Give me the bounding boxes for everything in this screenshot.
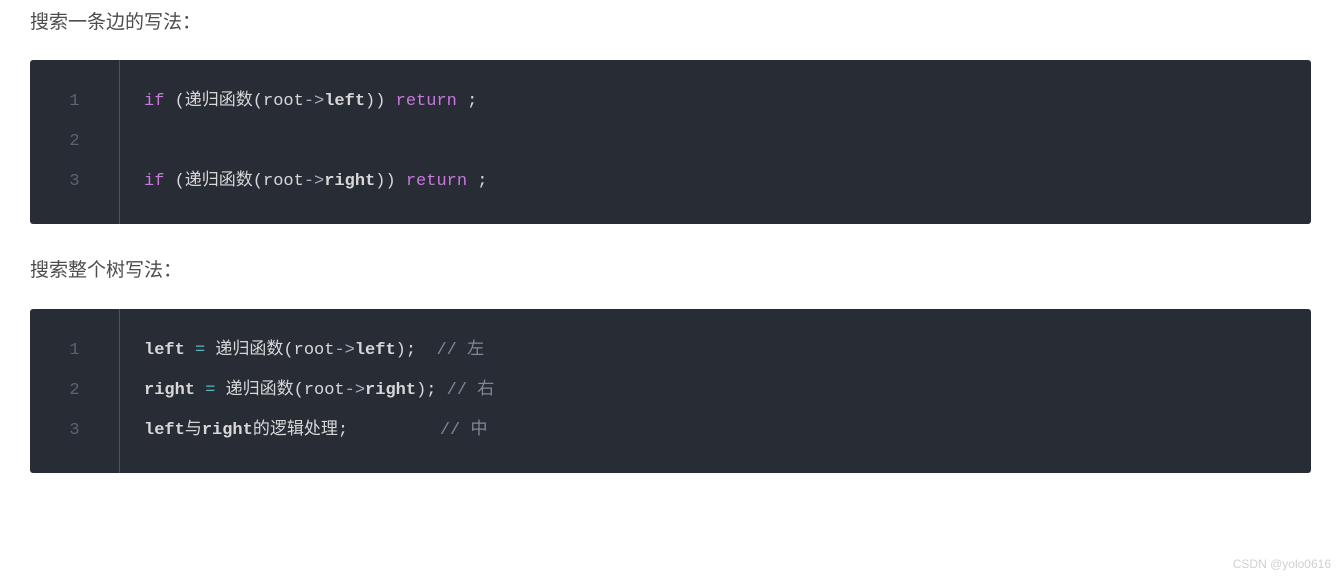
line-number: 2 — [30, 371, 119, 411]
heading-1: 搜索一条边的写法： — [30, 8, 1311, 38]
section-2: 搜索整个树写法： 1 2 3 left = 递归函数(root->left); … — [30, 256, 1311, 472]
code-block-2: 1 2 3 left = 递归函数(root->left); // 左 righ… — [30, 309, 1311, 473]
code-line: right = 递归函数(root->right); // 右 — [144, 371, 1287, 411]
line-number: 1 — [30, 82, 119, 122]
code-line: left = 递归函数(root->left); // 左 — [144, 331, 1287, 371]
line-number: 2 — [30, 122, 119, 162]
gutter-1: 1 2 3 — [30, 60, 120, 224]
code-line: left与right的逻辑处理; // 中 — [144, 411, 1287, 451]
code-area-1: if (递归函数(root->left)) return ; if (递归函数(… — [120, 60, 1311, 224]
code-area-2: left = 递归函数(root->left); // 左 right = 递归… — [120, 309, 1311, 473]
code-block-1: 1 2 3 if (递归函数(root->left)) return ; if … — [30, 60, 1311, 224]
section-1: 搜索一条边的写法： 1 2 3 if (递归函数(root->left)) re… — [30, 8, 1311, 224]
line-number: 1 — [30, 331, 119, 371]
line-number: 3 — [30, 162, 119, 202]
gutter-2: 1 2 3 — [30, 309, 120, 473]
code-line: if (递归函数(root->left)) return ; — [144, 82, 1287, 122]
watermark: CSDN @yolo0616 — [1233, 557, 1331, 571]
code-line: if (递归函数(root->right)) return ; — [144, 162, 1287, 202]
code-line — [144, 122, 1287, 162]
heading-2: 搜索整个树写法： — [30, 256, 1311, 286]
line-number: 3 — [30, 411, 119, 451]
